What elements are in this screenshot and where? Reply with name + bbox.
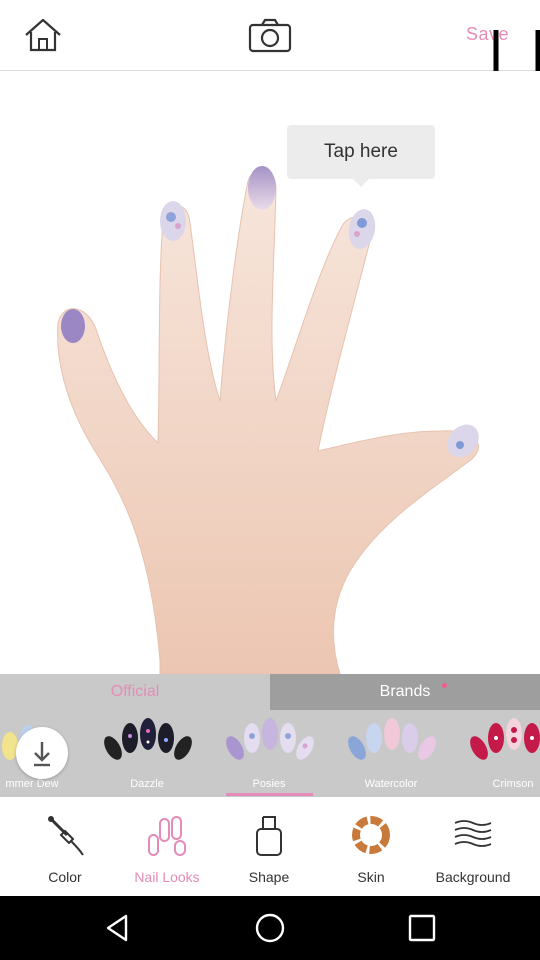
camera-icon — [248, 18, 292, 53]
home-nav-icon[interactable] — [252, 910, 288, 946]
recents-icon[interactable] — [404, 910, 440, 946]
tool-shape[interactable]: Shape — [218, 797, 320, 896]
home-button[interactable] — [22, 16, 64, 54]
tool-color[interactable]: Color — [14, 797, 116, 896]
selected-look-indicator — [226, 793, 313, 796]
camera-button[interactable] — [247, 17, 293, 53]
nail-looks-panel: Official Brands mmer Dew Dazzle Posies W… — [0, 674, 540, 797]
looks-carousel[interactable]: mmer Dew Dazzle Posies Watercolor Crimso… — [0, 710, 540, 797]
back-icon[interactable] — [100, 910, 136, 946]
download-button[interactable] — [16, 727, 68, 779]
tool-label: Background — [435, 869, 511, 885]
look-item-posies[interactable]: Posies — [219, 710, 319, 797]
look-thumbnail — [470, 718, 540, 760]
nail-polish-brush-icon — [48, 816, 84, 856]
hand-image — [57, 166, 479, 674]
look-label: mmer Dew — [5, 778, 59, 790]
tool-skin[interactable]: Skin — [320, 797, 422, 896]
tab-brands[interactable]: Brands — [270, 674, 540, 710]
look-item-crimson[interactable]: Crimson — [463, 710, 540, 797]
hand-preview-canvas[interactable]: Tap here — [0, 71, 540, 674]
tab-official[interactable]: Official — [0, 674, 270, 710]
nail-shape-icon — [256, 816, 282, 856]
tool-background[interactable]: Background — [422, 797, 524, 896]
look-thumbnail — [104, 718, 192, 760]
tap-here-tooltip[interactable]: Tap here — [287, 125, 435, 187]
nail-looks-icon — [148, 816, 186, 856]
tool-label: Shape — [248, 869, 290, 885]
brands-new-badge — [442, 683, 447, 688]
look-label: Posies — [252, 778, 286, 790]
tool-label: Color — [48, 869, 82, 885]
tool-nail-looks[interactable]: Nail Looks — [116, 797, 218, 896]
bottom-toolbar: Color Nail Looks Shape Skin Background — [0, 797, 540, 896]
top-bar: Save — [0, 0, 540, 71]
look-label: Dazzle — [130, 778, 164, 790]
look-label: Crimson — [492, 778, 534, 790]
skin-tone-icon — [352, 816, 390, 854]
system-nav-bar — [0, 896, 540, 960]
look-label: Watercolor — [364, 778, 418, 790]
look-thumbnail — [226, 718, 314, 760]
download-icon — [34, 742, 50, 767]
tool-label: Nail Looks — [134, 869, 200, 885]
home-icon — [25, 18, 61, 52]
tool-label: Skin — [357, 869, 385, 885]
background-pattern-icon — [454, 820, 492, 847]
look-item-dazzle[interactable]: Dazzle — [97, 710, 197, 797]
look-thumbnail — [348, 718, 436, 760]
look-item-watercolor[interactable]: Watercolor — [341, 710, 441, 797]
